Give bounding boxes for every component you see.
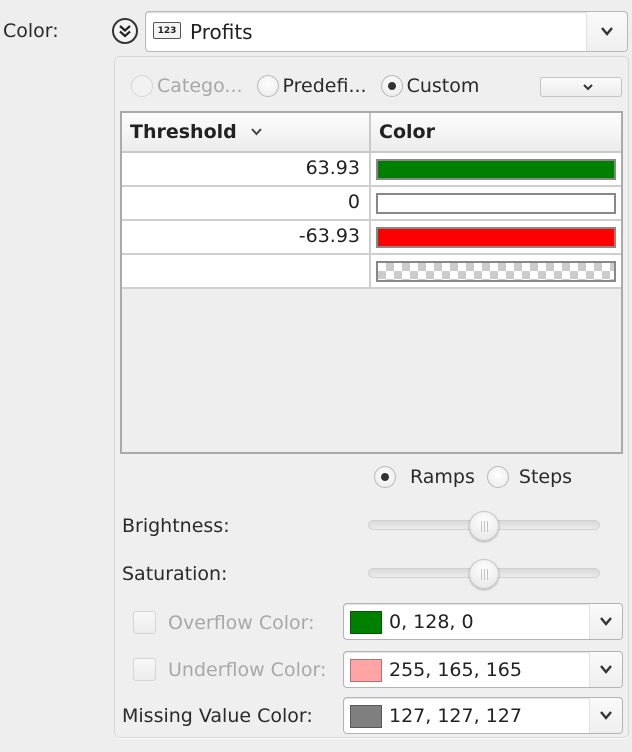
color-swatch xyxy=(350,611,382,634)
brightness-slider[interactable] xyxy=(368,511,600,541)
radio-categorical: Catego... xyxy=(131,75,243,97)
expand-toggle-button[interactable] xyxy=(112,18,138,44)
table-row[interactable]: 0 xyxy=(122,187,621,221)
field-name: Profits xyxy=(190,20,253,44)
threshold-cell[interactable]: 0 xyxy=(122,187,371,219)
chevron-down-icon xyxy=(600,617,612,626)
table-row[interactable]: 63.93 xyxy=(122,153,621,187)
color-swatch-empty[interactable] xyxy=(376,260,616,282)
radio-button[interactable] xyxy=(256,75,279,97)
chevron-down-icon xyxy=(600,711,612,720)
field-select-dropdown-button[interactable] xyxy=(586,12,627,51)
radio-label[interactable]: Predefi... xyxy=(283,75,367,97)
brightness-label: Brightness: xyxy=(122,515,230,537)
radio-button[interactable] xyxy=(374,466,396,488)
overflow-color-select[interactable]: 0, 128, 0 xyxy=(343,603,623,640)
radio-custom[interactable]: Custom xyxy=(380,75,480,97)
column-header-label: Threshold xyxy=(130,121,237,143)
numeric-type-icon: 123 xyxy=(153,22,181,39)
color-swatch[interactable] xyxy=(376,158,616,180)
color-value: 0, 128, 0 xyxy=(389,611,474,633)
slider-thumb[interactable] xyxy=(469,511,499,541)
saturation-label: Saturation: xyxy=(122,563,228,585)
radio-selected-dot xyxy=(387,82,396,90)
radio-button xyxy=(131,75,153,97)
radio-predefined[interactable]: Predefi... xyxy=(256,75,367,97)
column-header-label: Color xyxy=(379,121,435,143)
radio-ramps[interactable]: Ramps xyxy=(374,466,475,488)
table-row[interactable] xyxy=(122,255,621,289)
radio-button[interactable] xyxy=(380,75,403,97)
threshold-cell[interactable] xyxy=(122,255,371,287)
palette-dropdown-button[interactable] xyxy=(540,77,622,97)
radio-button[interactable] xyxy=(486,466,509,488)
underflow-color-select[interactable]: 255, 165, 165 xyxy=(343,651,623,688)
color-swatch xyxy=(350,659,382,682)
double-chevron-down-icon xyxy=(119,25,131,38)
column-header-threshold[interactable]: Threshold xyxy=(122,113,371,151)
missing-value-color-select[interactable]: 127, 127, 127 xyxy=(343,697,623,734)
radio-label[interactable]: Custom xyxy=(407,75,480,97)
color-mode-radio-group: Catego... Predefi... Custom xyxy=(131,75,479,97)
radio-steps[interactable]: Steps xyxy=(486,466,572,488)
table-header: Threshold Color xyxy=(122,113,621,153)
color-swatch[interactable] xyxy=(376,226,616,248)
dropdown-button[interactable] xyxy=(589,604,622,639)
threshold-cell[interactable]: 63.93 xyxy=(122,153,371,185)
threshold-color-table: Threshold Color 63.93 0 -63.93 xyxy=(120,111,623,454)
color-value: 127, 127, 127 xyxy=(389,705,522,727)
missing-value-color-label: Missing Value Color: xyxy=(122,705,313,727)
overflow-color-label: Overflow Color: xyxy=(168,612,315,634)
table-row[interactable]: -63.93 xyxy=(122,221,621,255)
interpolation-radio-group: Ramps Steps xyxy=(374,466,572,488)
threshold-cell[interactable]: -63.93 xyxy=(122,221,371,253)
radio-label[interactable]: Ramps xyxy=(410,466,475,488)
saturation-slider[interactable] xyxy=(368,559,600,589)
color-label: Color: xyxy=(3,20,59,42)
dropdown-button[interactable] xyxy=(589,652,622,687)
dropdown-button[interactable] xyxy=(589,698,622,733)
color-value: 255, 165, 165 xyxy=(389,659,522,681)
radio-label: Catego... xyxy=(157,75,243,97)
chevron-down-icon xyxy=(601,27,613,36)
underflow-color-label: Underflow Color: xyxy=(168,659,327,681)
radio-selected-dot xyxy=(381,473,389,481)
overflow-checkbox[interactable] xyxy=(133,611,156,634)
color-swatch xyxy=(350,705,382,728)
underflow-checkbox[interactable] xyxy=(133,658,156,681)
chevron-down-icon xyxy=(600,665,612,674)
field-select[interactable]: 123 Profits xyxy=(145,11,628,52)
radio-label[interactable]: Steps xyxy=(519,466,572,488)
column-header-color[interactable]: Color xyxy=(371,113,621,151)
color-swatch[interactable] xyxy=(376,192,616,214)
sort-descending-icon[interactable] xyxy=(251,128,262,136)
slider-thumb[interactable] xyxy=(469,559,499,589)
chevron-down-icon xyxy=(583,83,593,90)
